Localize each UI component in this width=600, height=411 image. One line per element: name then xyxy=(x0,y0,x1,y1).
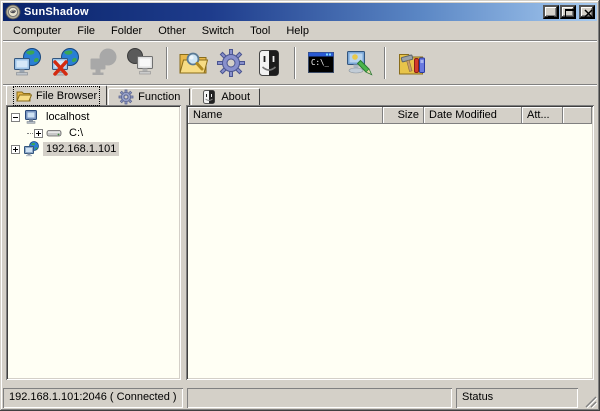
terminal-button[interactable]: C:\_ xyxy=(305,47,337,79)
column-header-size[interactable]: Size xyxy=(383,107,424,124)
tree-item-192-168-1-101[interactable]: 192.168.1.101 xyxy=(9,141,178,157)
menu-item-switch[interactable]: Switch xyxy=(194,22,242,40)
maximize-icon xyxy=(562,7,578,21)
terminal-icon: C:\_ xyxy=(305,47,337,79)
connection-status-panel: 192.168.1.101:2046 ( Connected ) xyxy=(3,388,183,408)
connect-button[interactable] xyxy=(11,47,43,79)
finder-button[interactable] xyxy=(253,47,285,79)
window-title: SunShadow xyxy=(24,6,89,18)
tree-item-c[interactable]: C:\ xyxy=(9,125,178,141)
minimize-icon xyxy=(545,7,561,21)
plus-expander-icon[interactable] xyxy=(11,144,20,154)
toolbar: C:\_ xyxy=(3,41,597,85)
status-label-panel: Status xyxy=(456,388,578,408)
disconnect-icon xyxy=(49,47,81,79)
disconnect-button[interactable] xyxy=(49,47,81,79)
toolbox-icon xyxy=(395,47,427,79)
status-bar: 192.168.1.101:2046 ( Connected ) Status xyxy=(3,386,597,408)
toolbar-separator xyxy=(294,47,296,79)
host-tree-panel[interactable]: localhost C:\ 192.168.1.101 xyxy=(6,105,181,380)
menu-item-tool[interactable]: Tool xyxy=(242,22,278,40)
folder-search-icon xyxy=(177,47,209,79)
computer-gray-button xyxy=(125,47,157,79)
list-header: Name Size Date Modified Att... xyxy=(188,107,592,124)
connect-disabled-button xyxy=(87,47,119,79)
tree-item-label[interactable]: localhost xyxy=(43,110,92,124)
gear-button[interactable] xyxy=(215,47,247,79)
file-list-panel: Name Size Date Modified Att... xyxy=(186,105,594,380)
close-icon xyxy=(581,7,597,21)
connect-icon xyxy=(11,47,43,79)
app-window: SunShadow Computer File Folder Other Switch T… xyxy=(0,0,600,411)
tab-label: File Browser xyxy=(36,89,98,102)
column-header-date-modified[interactable]: Date Modified xyxy=(424,107,522,124)
remote-edit-icon xyxy=(343,47,375,79)
tab-label: Function xyxy=(138,91,181,103)
tab-function[interactable]: Function xyxy=(108,88,191,105)
tab-label: About xyxy=(221,91,251,103)
svg-text:C:\_: C:\_ xyxy=(311,58,330,67)
tree-item-label[interactable]: 192.168.1.101 xyxy=(43,142,120,156)
folder-search-button[interactable] xyxy=(177,47,209,79)
app-icon xyxy=(5,4,21,20)
remote-edit-button[interactable] xyxy=(343,47,375,79)
tab-strip: File Browser Function About xyxy=(3,85,597,106)
file-list-body[interactable] xyxy=(188,124,592,378)
folder-open-icon xyxy=(16,88,32,104)
window-controls xyxy=(542,5,595,19)
menu-item-other[interactable]: Other xyxy=(150,22,194,40)
column-header-filler xyxy=(563,107,592,124)
status-message-panel xyxy=(187,388,452,408)
maximize-button[interactable] xyxy=(560,5,576,19)
connect-disabled-icon xyxy=(87,47,119,79)
finder-icon xyxy=(253,47,285,79)
plus-expander-icon[interactable] xyxy=(34,128,43,138)
menu-item-help[interactable]: Help xyxy=(278,22,317,40)
toolbar-separator xyxy=(384,47,386,79)
gear-icon xyxy=(215,47,247,79)
tree-item-label[interactable]: C:\ xyxy=(66,126,86,140)
minus-expander-icon[interactable] xyxy=(11,112,20,122)
column-header-name[interactable]: Name xyxy=(188,107,383,124)
connection-status: 192.168.1.101:2046 ( Connected ) xyxy=(9,391,177,403)
toolbox-button[interactable] xyxy=(395,47,427,79)
resize-grip[interactable] xyxy=(582,393,597,408)
remote-computer-icon xyxy=(23,141,39,157)
content-area: localhost C:\ 192.168.1.101 Name Size Date M… xyxy=(3,105,597,386)
tree-item-localhost[interactable]: localhost xyxy=(9,109,178,125)
menu-item-file[interactable]: File xyxy=(69,22,103,40)
menu-item-computer[interactable]: Computer xyxy=(5,22,69,40)
drive-icon xyxy=(46,125,62,141)
finder-small-icon xyxy=(201,89,217,105)
computer-gray-icon xyxy=(125,47,157,79)
close-button[interactable] xyxy=(579,5,595,19)
tab-file-browser[interactable]: File Browser xyxy=(6,85,108,106)
titlebar[interactable]: SunShadow xyxy=(3,3,597,21)
gear-small-icon xyxy=(118,89,134,105)
menu-item-folder[interactable]: Folder xyxy=(103,22,150,40)
column-header-att[interactable]: Att... xyxy=(522,107,563,124)
minimize-button[interactable] xyxy=(543,5,559,19)
toolbar-separator xyxy=(166,47,168,79)
tab-about[interactable]: About xyxy=(191,88,261,105)
status-label: Status xyxy=(462,391,494,403)
computer-icon xyxy=(23,109,39,125)
menu-bar: Computer File Folder Other Switch Tool Help xyxy=(3,21,597,41)
